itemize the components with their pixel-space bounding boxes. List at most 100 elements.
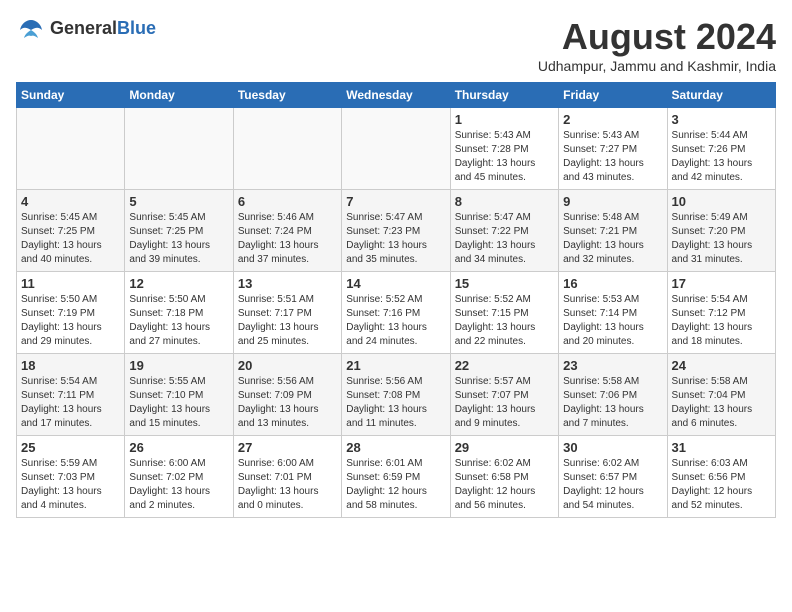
day-info: Sunrise: 6:02 AM Sunset: 6:58 PM Dayligh… (455, 457, 554, 513)
day-of-week-header: Monday (125, 83, 233, 108)
logo-bird-icon (16, 16, 46, 40)
day-info: Sunrise: 6:00 AM Sunset: 7:01 PM Dayligh… (238, 457, 337, 513)
calendar-day-cell (233, 108, 341, 190)
day-number: 24 (672, 358, 771, 373)
day-info: Sunrise: 5:48 AM Sunset: 7:21 PM Dayligh… (563, 211, 662, 267)
month-year: August 2024 (538, 16, 776, 58)
day-number: 13 (238, 276, 337, 291)
calendar-week-row: 18 Sunrise: 5:54 AM Sunset: 7:11 PM Dayli… (17, 354, 776, 436)
day-info: Sunrise: 5:47 AM Sunset: 7:23 PM Dayligh… (346, 211, 445, 267)
day-number: 18 (21, 358, 120, 373)
calendar: SundayMondayTuesdayWednesdayThursdayFrid… (16, 82, 776, 518)
day-number: 27 (238, 440, 337, 455)
calendar-day-cell: 16 Sunrise: 5:53 AM Sunset: 7:14 PM Dayli… (559, 272, 667, 354)
day-number: 25 (21, 440, 120, 455)
calendar-day-cell: 4Sunrise: 5:45 AM Sunset: 7:25 PM Daylig… (17, 190, 125, 272)
calendar-day-cell: 6 Sunrise: 5:46 AM Sunset: 7:24 PM Daylig… (233, 190, 341, 272)
day-number: 30 (563, 440, 662, 455)
day-number: 10 (672, 194, 771, 209)
calendar-day-cell: 20 Sunrise: 5:56 AM Sunset: 7:09 PM Dayli… (233, 354, 341, 436)
calendar-day-cell: 27 Sunrise: 6:00 AM Sunset: 7:01 PM Dayli… (233, 436, 341, 518)
calendar-day-cell: 19 Sunrise: 5:55 AM Sunset: 7:10 PM Dayli… (125, 354, 233, 436)
title-area: August 2024 Udhampur, Jammu and Kashmir,… (538, 16, 776, 74)
day-info: Sunrise: 5:56 AM Sunset: 7:08 PM Dayligh… (346, 375, 445, 431)
calendar-day-cell: 2Sunrise: 5:43 AM Sunset: 7:27 PM Daylig… (559, 108, 667, 190)
day-of-week-header: Thursday (450, 83, 558, 108)
day-number: 28 (346, 440, 445, 455)
day-info: Sunrise: 5:50 AM Sunset: 7:19 PM Dayligh… (21, 293, 120, 349)
calendar-week-row: 11 Sunrise: 5:50 AM Sunset: 7:19 PM Dayli… (17, 272, 776, 354)
header: GeneralBlue August 2024 Udhampur, Jammu … (16, 16, 776, 74)
calendar-day-cell: 14 Sunrise: 5:52 AM Sunset: 7:16 PM Dayli… (342, 272, 450, 354)
day-of-week-header: Friday (559, 83, 667, 108)
day-info: Sunrise: 6:01 AM Sunset: 6:59 PM Dayligh… (346, 457, 445, 513)
calendar-day-cell: 30 Sunrise: 6:02 AM Sunset: 6:57 PM Dayli… (559, 436, 667, 518)
calendar-header: SundayMondayTuesdayWednesdayThursdayFrid… (17, 83, 776, 108)
day-number: 14 (346, 276, 445, 291)
logo-blue: Blue (117, 18, 156, 38)
calendar-day-cell: 24 Sunrise: 5:58 AM Sunset: 7:04 PM Dayli… (667, 354, 775, 436)
calendar-day-cell: 13 Sunrise: 5:51 AM Sunset: 7:17 PM Dayli… (233, 272, 341, 354)
day-number: 11 (21, 276, 120, 291)
calendar-day-cell: 9 Sunrise: 5:48 AM Sunset: 7:21 PM Daylig… (559, 190, 667, 272)
day-info: Sunrise: 5:58 AM Sunset: 7:04 PM Dayligh… (672, 375, 771, 431)
day-of-week-header: Saturday (667, 83, 775, 108)
days-of-week-row: SundayMondayTuesdayWednesdayThursdayFrid… (17, 83, 776, 108)
day-number: 22 (455, 358, 554, 373)
day-info: Sunrise: 5:54 AM Sunset: 7:11 PM Dayligh… (21, 375, 120, 431)
day-info: Sunrise: 6:02 AM Sunset: 6:57 PM Dayligh… (563, 457, 662, 513)
day-number: 23 (563, 358, 662, 373)
calendar-day-cell: 3Sunrise: 5:44 AM Sunset: 7:26 PM Daylig… (667, 108, 775, 190)
calendar-day-cell: 17Sunrise: 5:54 AM Sunset: 7:12 PM Dayli… (667, 272, 775, 354)
logo-text: GeneralBlue (50, 18, 156, 39)
calendar-day-cell: 11 Sunrise: 5:50 AM Sunset: 7:19 PM Dayli… (17, 272, 125, 354)
calendar-day-cell: 22 Sunrise: 5:57 AM Sunset: 7:07 PM Dayli… (450, 354, 558, 436)
day-info: Sunrise: 5:46 AM Sunset: 7:24 PM Dayligh… (238, 211, 337, 267)
day-number: 3 (672, 112, 771, 127)
calendar-day-cell: 18 Sunrise: 5:54 AM Sunset: 7:11 PM Dayli… (17, 354, 125, 436)
calendar-day-cell: 28 Sunrise: 6:01 AM Sunset: 6:59 PM Dayli… (342, 436, 450, 518)
logo-general: General (50, 18, 117, 38)
day-info: Sunrise: 5:47 AM Sunset: 7:22 PM Dayligh… (455, 211, 554, 267)
calendar-week-row: 25 Sunrise: 5:59 AM Sunset: 7:03 PM Dayli… (17, 436, 776, 518)
calendar-body: 1 Sunrise: 5:43 AM Sunset: 7:28 PM Daylig… (17, 108, 776, 518)
day-number: 7 (346, 194, 445, 209)
day-info: Sunrise: 5:52 AM Sunset: 7:16 PM Dayligh… (346, 293, 445, 349)
day-info: Sunrise: 5:53 AM Sunset: 7:14 PM Dayligh… (563, 293, 662, 349)
calendar-day-cell (125, 108, 233, 190)
day-number: 8 (455, 194, 554, 209)
day-number: 31 (672, 440, 771, 455)
day-number: 20 (238, 358, 337, 373)
calendar-day-cell: 25 Sunrise: 5:59 AM Sunset: 7:03 PM Dayli… (17, 436, 125, 518)
location: Udhampur, Jammu and Kashmir, India (538, 58, 776, 74)
day-info: Sunrise: 5:57 AM Sunset: 7:07 PM Dayligh… (455, 375, 554, 431)
calendar-day-cell: 12Sunrise: 5:50 AM Sunset: 7:18 PM Dayli… (125, 272, 233, 354)
day-number: 19 (129, 358, 228, 373)
day-number: 6 (238, 194, 337, 209)
day-number: 21 (346, 358, 445, 373)
day-of-week-header: Wednesday (342, 83, 450, 108)
day-info: Sunrise: 6:00 AM Sunset: 7:02 PM Dayligh… (129, 457, 228, 513)
day-number: 16 (563, 276, 662, 291)
calendar-day-cell: 23Sunrise: 5:58 AM Sunset: 7:06 PM Dayli… (559, 354, 667, 436)
calendar-week-row: 1 Sunrise: 5:43 AM Sunset: 7:28 PM Daylig… (17, 108, 776, 190)
day-number: 26 (129, 440, 228, 455)
day-number: 4 (21, 194, 120, 209)
calendar-day-cell: 15Sunrise: 5:52 AM Sunset: 7:15 PM Dayli… (450, 272, 558, 354)
day-info: Sunrise: 5:43 AM Sunset: 7:27 PM Dayligh… (563, 129, 662, 185)
calendar-day-cell: 21 Sunrise: 5:56 AM Sunset: 7:08 PM Dayli… (342, 354, 450, 436)
calendar-week-row: 4Sunrise: 5:45 AM Sunset: 7:25 PM Daylig… (17, 190, 776, 272)
day-of-week-header: Sunday (17, 83, 125, 108)
day-number: 12 (129, 276, 228, 291)
day-info: Sunrise: 5:56 AM Sunset: 7:09 PM Dayligh… (238, 375, 337, 431)
day-info: Sunrise: 5:52 AM Sunset: 7:15 PM Dayligh… (455, 293, 554, 349)
day-info: Sunrise: 5:55 AM Sunset: 7:10 PM Dayligh… (129, 375, 228, 431)
day-info: Sunrise: 5:51 AM Sunset: 7:17 PM Dayligh… (238, 293, 337, 349)
day-info: Sunrise: 5:59 AM Sunset: 7:03 PM Dayligh… (21, 457, 120, 513)
day-number: 9 (563, 194, 662, 209)
day-info: Sunrise: 6:03 AM Sunset: 6:56 PM Dayligh… (672, 457, 771, 513)
day-number: 1 (455, 112, 554, 127)
day-number: 5 (129, 194, 228, 209)
day-info: Sunrise: 5:43 AM Sunset: 7:28 PM Dayligh… (455, 129, 554, 185)
calendar-day-cell (17, 108, 125, 190)
